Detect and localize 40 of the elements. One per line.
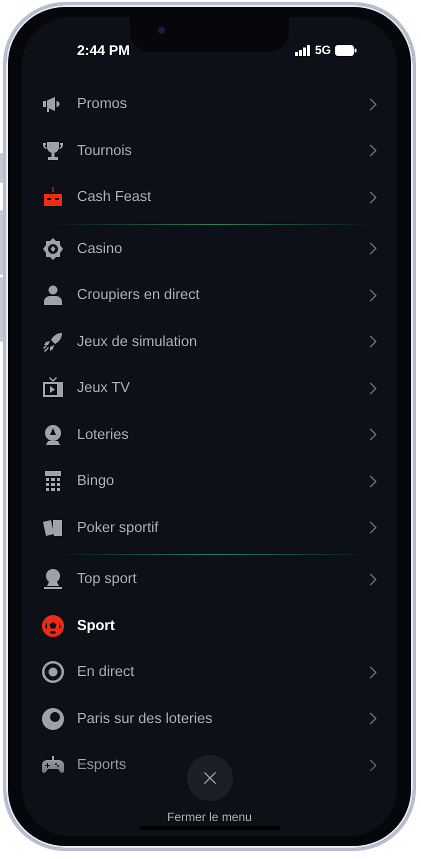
battery-icon	[335, 44, 357, 56]
menu-item[interactable]: Poker sportif	[22, 504, 397, 551]
chevron-icon	[369, 288, 377, 302]
chevron-icon	[369, 666, 377, 679]
menu-item[interactable]: Casino	[22, 226, 397, 272]
menu-item[interactable]: Tournois	[22, 128, 397, 174]
close-button[interactable]	[186, 755, 232, 801]
menu-item[interactable]: Top sport	[22, 556, 397, 602]
chevron-icon	[369, 758, 377, 772]
menu-item[interactable]: Bingo	[22, 458, 397, 504]
chevron-icon	[369, 190, 377, 204]
chip-icon	[41, 236, 65, 261]
menu-item[interactable]: Loteries	[22, 412, 397, 458]
chevron-icon	[369, 382, 377, 395]
close-label: Fermer le menu	[167, 810, 252, 824]
chevron-icon	[369, 712, 377, 726]
menu-item[interactable]: En direct	[22, 649, 397, 696]
chevron-icon	[369, 474, 377, 488]
menu-item[interactable]: Paris sur des loteries	[22, 696, 397, 742]
chevron-icon	[369, 521, 377, 534]
close-icon	[202, 770, 218, 786]
person-icon	[41, 283, 65, 308]
menu-item[interactable]: Jeux TV	[22, 365, 397, 412]
chevron-icon	[369, 98, 377, 111]
menu-item[interactable]: Cash Feast	[22, 174, 397, 220]
chevron-icon	[369, 242, 377, 256]
menu-item[interactable]: Promos	[22, 81, 397, 128]
target-icon	[41, 660, 65, 684]
chevron-icon	[369, 335, 377, 348]
ball-trophy-icon	[41, 567, 65, 592]
network-label: 5G	[314, 43, 331, 57]
menu-item[interactable]: Jeux de simulation	[22, 318, 397, 365]
chevron-icon	[369, 144, 377, 158]
menu-item[interactable]: Esports	[22, 742, 397, 788]
status-time: 2:44 PM	[77, 42, 130, 58]
menu-item[interactable]: Sport	[22, 602, 397, 649]
chevron-icon	[369, 572, 377, 586]
chevron-icon	[369, 428, 377, 442]
signal-icon	[294, 44, 311, 56]
menu-item[interactable]: Croupiers en direct	[22, 272, 397, 318]
